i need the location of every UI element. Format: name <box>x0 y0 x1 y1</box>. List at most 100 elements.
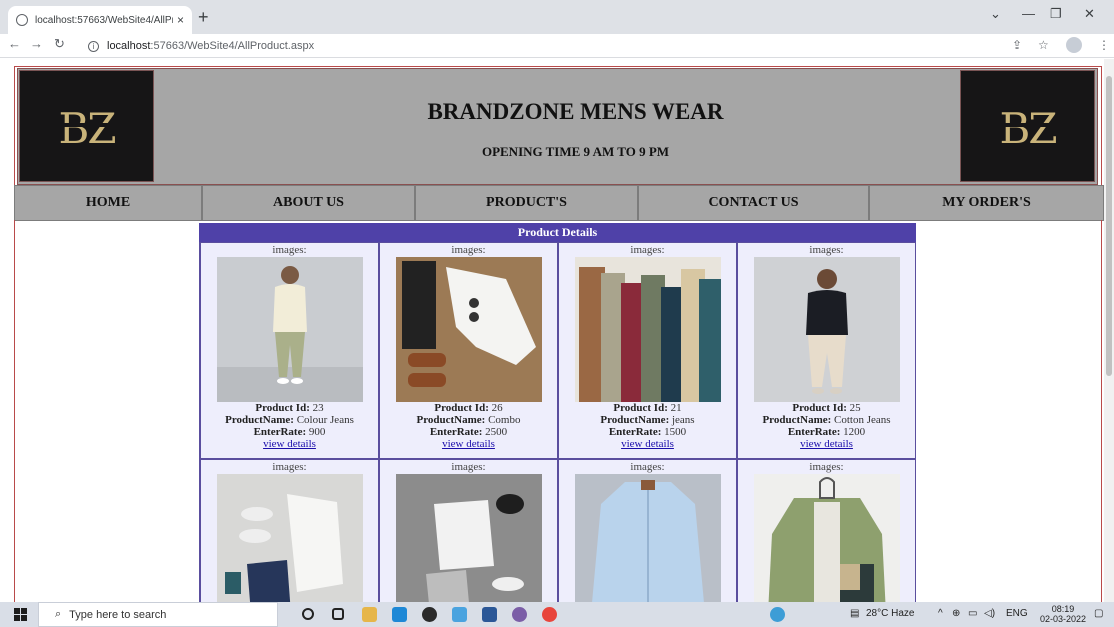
forward-arrow-icon[interactable]: → <box>30 36 43 51</box>
browser-tab[interactable]: localhost:57663/WebSite4/AllPro × <box>8 6 192 34</box>
menu-contact-us[interactable]: CONTACT US <box>638 185 869 221</box>
product-card: images: <box>558 459 737 602</box>
weather-icon: ▤ <box>850 608 860 619</box>
info-icon[interactable]: i <box>88 40 99 52</box>
new-tab-button[interactable]: + <box>198 7 209 27</box>
product-card: images: Product Id: 25 ProductName: Cott… <box>737 242 916 459</box>
product-image[interactable] <box>395 474 542 602</box>
product-image[interactable] <box>574 474 721 602</box>
product-card: images: <box>200 459 379 602</box>
visual-studio-icon[interactable] <box>512 607 527 622</box>
tab-title: localhost:57663/WebSite4/AllPro <box>35 14 173 26</box>
maximize-icon[interactable]: ❐ <box>1050 6 1062 22</box>
product-id: Product Id: 23 <box>255 402 324 414</box>
product-image[interactable] <box>574 257 721 402</box>
product-name: ProductName: jeans <box>600 414 695 426</box>
product-image[interactable] <box>216 257 363 402</box>
task-view-icon[interactable] <box>332 608 344 620</box>
product-grid: Product Details images: Product Id: 23 P… <box>199 223 916 602</box>
menu-products[interactable]: PRODUCT'S <box>415 185 638 221</box>
product-rate: EnterRate: 900 <box>253 426 326 438</box>
taskbar-clock[interactable]: 08:19 02-03-2022 <box>1040 604 1086 624</box>
site-header: BRANDZONE MENS WEAR OPENING TIME 9 AM TO… <box>17 68 1098 185</box>
tab-close-icon[interactable]: × <box>177 13 184 27</box>
chrome-icon[interactable] <box>542 607 557 622</box>
mail-icon[interactable] <box>392 607 407 622</box>
address-bar[interactable]: i localhost:57663/WebSite4/AllProduct.as… <box>88 35 1048 57</box>
images-label: images: <box>630 244 665 256</box>
reload-icon[interactable]: ↻ <box>54 36 65 52</box>
product-rate: EnterRate: 1500 <box>608 426 687 438</box>
back-arrow-icon[interactable]: ← <box>8 36 21 51</box>
images-label: images: <box>272 461 307 473</box>
product-id: Product Id: 21 <box>613 402 682 414</box>
browser-tabstrip: localhost:57663/WebSite4/AllPro × + ⌄ — … <box>0 0 1114 34</box>
view-details-link[interactable]: view details <box>800 438 853 450</box>
images-label: images: <box>451 461 486 473</box>
network-icon[interactable]: ⊕ <box>952 608 960 619</box>
product-card: images: Product Id: 23 ProductName: Colo… <box>200 242 379 459</box>
images-label: images: <box>809 244 844 256</box>
bookmark-star-icon[interactable]: ☆ <box>1038 38 1049 52</box>
product-image[interactable] <box>753 474 900 602</box>
product-card: images: <box>379 459 558 602</box>
minimize-icon[interactable]: — <box>1022 6 1035 21</box>
clock-date: 02-03-2022 <box>1040 614 1087 624</box>
logo-text: BZ <box>999 104 1057 153</box>
close-window-icon[interactable]: ✕ <box>1084 6 1095 22</box>
more-menu-icon[interactable]: ⋮ <box>1098 38 1110 52</box>
file-explorer-icon[interactable] <box>362 607 377 622</box>
tray-chevron-icon[interactable]: ^ <box>938 608 943 619</box>
menu-my-orders[interactable]: MY ORDER'S <box>869 185 1104 221</box>
word-icon[interactable] <box>482 607 497 622</box>
opening-hours: OPENING TIME 9 AM TO 9 PM <box>481 144 670 159</box>
app-icon[interactable] <box>422 607 437 622</box>
images-label: images: <box>272 244 307 256</box>
product-name: ProductName: Cotton Jeans <box>762 414 891 426</box>
site-title: BRANDZONE MENS WEAR <box>427 99 724 124</box>
product-name: ProductName: Combo <box>416 414 521 426</box>
product-name: ProductName: Colour Jeans <box>225 414 354 426</box>
share-icon[interactable]: ⇪ <box>1012 38 1022 52</box>
battery-icon[interactable]: ▭ <box>968 608 977 619</box>
product-rate: EnterRate: 2500 <box>429 426 508 438</box>
brand-logo-right: BZ <box>960 70 1095 182</box>
weather-text[interactable]: 28°C Haze <box>866 608 914 619</box>
view-details-link[interactable]: view details <box>263 438 316 450</box>
language-indicator[interactable]: ENG <box>1006 608 1028 619</box>
clock-time: 08:19 <box>1051 604 1075 614</box>
product-card: images: <box>737 459 916 602</box>
taskbar-search-input[interactable]: ⌕ Type here to search <box>38 602 278 627</box>
windows-taskbar: ⌕ Type here to search ▤ 28°C Haze ^ ⊕ ▭ … <box>0 602 1114 627</box>
main-menu: HOME ABOUT US PRODUCT'S CONTACT US MY OR… <box>14 185 1104 221</box>
visual-studio-code-icon[interactable] <box>452 607 467 622</box>
tab-search-icon[interactable]: ⌄ <box>990 6 1001 22</box>
product-id: Product Id: 25 <box>792 402 861 414</box>
product-image[interactable] <box>216 474 363 602</box>
view-details-link[interactable]: view details <box>621 438 674 450</box>
menu-home[interactable]: HOME <box>14 185 202 221</box>
product-id: Product Id: 26 <box>434 402 503 414</box>
grid-header: Product Details <box>199 223 916 242</box>
images-label: images: <box>630 461 665 473</box>
url-host: localhost <box>107 40 151 52</box>
images-label: images: <box>451 244 486 256</box>
windows-start-icon[interactable] <box>14 608 28 621</box>
product-image[interactable] <box>395 257 542 402</box>
search-placeholder: Type here to search <box>69 608 167 621</box>
view-details-link[interactable]: view details <box>442 438 495 450</box>
product-rate: EnterRate: 1200 <box>787 426 866 438</box>
url-path: :57663/WebSite4/AllProduct.aspx <box>150 40 315 52</box>
scrollbar-thumb[interactable] <box>1106 76 1112 376</box>
volume-icon[interactable]: ◁) <box>984 608 995 619</box>
search-icon: ⌕ <box>55 608 62 620</box>
globe-icon <box>16 14 28 26</box>
product-image[interactable] <box>753 257 900 402</box>
help-icon[interactable] <box>770 607 785 622</box>
menu-about-us[interactable]: ABOUT US <box>202 185 415 221</box>
notifications-icon[interactable]: ▢ <box>1094 608 1103 619</box>
product-card: images: Product Id: 21 ProductName: jean… <box>558 242 737 459</box>
cortana-icon[interactable] <box>302 608 314 620</box>
profile-avatar-icon[interactable] <box>1066 37 1082 53</box>
browser-toolbar: ← → ↻ i localhost:57663/WebSite4/AllProd… <box>0 34 1114 58</box>
